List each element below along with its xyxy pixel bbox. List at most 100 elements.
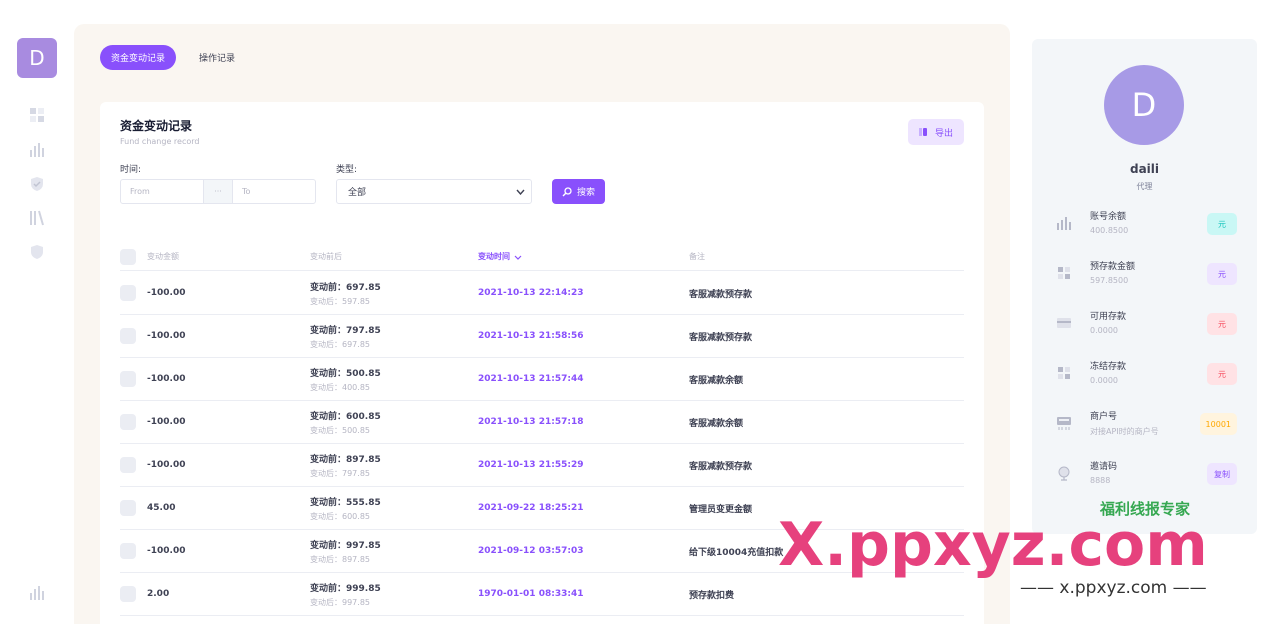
row-before: 变动前：997.85 — [310, 540, 381, 551]
shield-alt-icon[interactable] — [29, 244, 45, 260]
header-time[interactable]: 变动时间 — [478, 243, 522, 270]
row-checkbox[interactable] — [120, 500, 136, 516]
stat-title: 商户号 — [1090, 412, 1118, 422]
row-note: 客服减款余额 — [689, 418, 744, 429]
stat-badge: 元 — [1207, 263, 1237, 285]
select-all-checkbox[interactable] — [120, 248, 136, 265]
row-time: 2021-10-13 21:57:44 — [478, 374, 584, 384]
table-row: -100.00 变动前：697.85 变动后：597.85 2021-10-13 22… — [120, 272, 964, 315]
stat-title: 邀请码 — [1090, 462, 1118, 472]
row-checkbox[interactable] — [120, 457, 136, 473]
bottom-stats-icon[interactable] — [29, 585, 45, 601]
user-role: 代理 — [1136, 182, 1153, 191]
row-amount: -100.00 — [147, 460, 186, 470]
row-checkbox[interactable] — [120, 414, 136, 430]
profile-stat: 可用存款 0.0000 元 — [1056, 307, 1241, 341]
row-time: 2021-10-13 21:57:18 — [478, 417, 584, 427]
row-amount: -100.00 — [147, 417, 186, 427]
user-name: daili — [1129, 162, 1160, 176]
row-after: 变动后：400.85 — [310, 382, 370, 392]
stat-value: 8888 — [1090, 476, 1111, 485]
export-button[interactable]: 导出 — [908, 119, 964, 145]
row-checkbox[interactable] — [120, 543, 136, 559]
search-button[interactable]: 搜索 — [552, 179, 605, 204]
type-label: 类型: — [336, 165, 358, 175]
row-before-after: 变动前：897.85 变动后：797.85 — [310, 444, 381, 486]
dashboard-icon[interactable] — [29, 107, 45, 123]
profile-stat: 预存款金额 597.8500 元 — [1056, 257, 1241, 291]
row-note: 给下级10004充值扣款 — [689, 547, 784, 558]
row-checkbox[interactable] — [120, 371, 136, 387]
row-note: 客服减款预存款 — [689, 289, 753, 300]
table-row: -100.00 变动前：797.85 变动后：697.85 2021-10-13 21… — [120, 315, 964, 358]
globe-icon — [1056, 465, 1072, 481]
row-after: 变动后：597.85 — [310, 296, 370, 306]
row-before: 变动前：500.85 — [310, 368, 381, 379]
stat-value: 对接API时的商户号 — [1090, 427, 1159, 436]
row-after: 变动后：600.85 — [310, 511, 370, 521]
type-select[interactable]: 全部 — [336, 179, 532, 204]
profile-stat: 商户号对接API时的商户号 10001 — [1056, 407, 1241, 441]
row-amount: 2.00 — [147, 589, 170, 599]
shield-icon[interactable] — [29, 176, 45, 192]
header-amount[interactable]: 变动金额 — [147, 243, 179, 270]
time-label: 时间: — [120, 165, 142, 175]
row-note: 客服减款预存款 — [689, 332, 753, 343]
row-amount: -100.00 — [147, 288, 186, 298]
row-before: 变动前：697.85 — [310, 282, 381, 293]
table-header: 变动金额 变动前后 变动时间 备注 — [120, 243, 964, 271]
row-checkbox[interactable] — [120, 328, 136, 344]
row-note: 管理员变更金额 — [689, 504, 753, 515]
row-before-after: 变动前：555.85 变动后：600.85 — [310, 487, 381, 529]
search-label: 搜索 — [576, 188, 595, 198]
row-checkbox[interactable] — [120, 285, 136, 301]
row-checkbox[interactable] — [120, 586, 136, 602]
row-note: 客服减款余额 — [689, 375, 744, 386]
row-time: 1970-01-01 08:33:41 — [478, 589, 584, 599]
profile-stat: 邀请码 8888 复制 — [1056, 457, 1241, 491]
stat-badge[interactable]: 复制 — [1207, 463, 1237, 485]
library-icon[interactable] — [29, 210, 45, 226]
profile-stat: 冻结存款 0.0000 元 — [1056, 357, 1241, 391]
row-before: 变动前：797.85 — [310, 325, 381, 336]
stat-title: 账号余额 — [1090, 212, 1127, 222]
stat-value: 0.0000 — [1090, 326, 1118, 335]
row-time: 2021-10-13 21:58:56 — [478, 331, 584, 341]
row-before-after: 变动前：997.85 变动后：897.85 — [310, 530, 381, 572]
table-row: -100.00 变动前：500.85 变动后：400.85 2021-10-13 21… — [120, 358, 964, 401]
stats-icon[interactable] — [29, 142, 45, 158]
row-after: 变动后：797.85 — [310, 468, 370, 478]
profile-panel: D daili 代理 账号余额 400.8500 元预存款金额 597.8500 元可用… — [1032, 39, 1257, 534]
grid-icon — [1056, 365, 1072, 381]
header-time-label: 变动时间 — [478, 252, 510, 261]
stat-badge: 10001 — [1199, 413, 1237, 435]
row-after: 变动后：500.85 — [310, 425, 370, 435]
row-amount: -100.00 — [147, 374, 186, 384]
row-amount: -100.00 — [147, 546, 186, 556]
row-after: 变动后：897.85 — [310, 554, 370, 564]
tab-fund-records[interactable]: 资金变动记录 — [100, 45, 177, 70]
row-before-after: 变动前：999.85 变动后：997.85 — [310, 573, 381, 615]
table-row: -100.00 变动前：897.85 变动后：797.85 2021-10-13 21… — [120, 444, 964, 487]
bar-chart-icon — [1056, 215, 1072, 231]
card-subtitle: Fund change record — [120, 137, 200, 146]
from-input[interactable]: From — [121, 180, 203, 203]
row-after: 变动后：997.85 — [310, 597, 370, 607]
tab-operation-records[interactable]: 操作记录 — [188, 45, 246, 70]
watermark-domain: X.ppxyz.com — [778, 510, 1208, 580]
header-note[interactable]: 备注 — [689, 243, 705, 270]
terminal-icon — [1056, 415, 1072, 431]
stat-value: 400.8500 — [1090, 226, 1129, 235]
stat-value: 0.0000 — [1090, 376, 1118, 385]
to-input[interactable]: To — [233, 180, 315, 203]
avatar[interactable]: D — [1104, 65, 1184, 145]
sidebar: D — [0, 0, 74, 624]
stat-badge: 元 — [1207, 313, 1237, 335]
card-title: 资金变动记录 — [120, 119, 193, 133]
row-before: 变动前：999.85 — [310, 583, 381, 594]
date-separator: ··· — [203, 180, 233, 203]
app-logo[interactable]: D — [17, 38, 57, 78]
header-before-after[interactable]: 变动前后 — [310, 243, 342, 270]
row-time: 2021-09-12 03:57:03 — [478, 546, 584, 556]
stat-badge: 元 — [1207, 363, 1237, 385]
